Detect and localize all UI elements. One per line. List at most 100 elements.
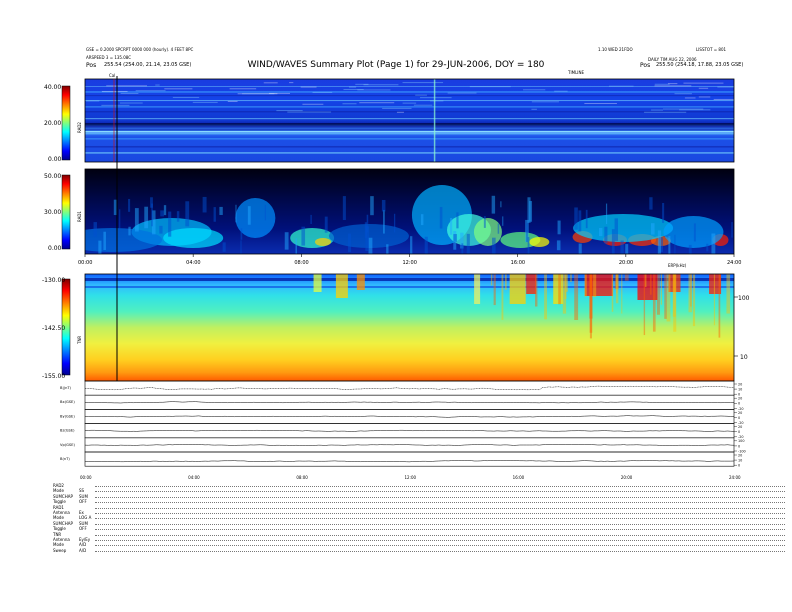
rad2-speck <box>363 84 399 86</box>
rad1-streak <box>163 205 167 216</box>
rad1-streak <box>368 237 373 254</box>
bottom-xtick-label: 04:00 <box>188 475 200 480</box>
tnr-streak <box>574 274 579 320</box>
rad2-speck <box>343 89 364 91</box>
rad1-streak <box>420 214 424 226</box>
rad2-speck <box>531 108 537 110</box>
rad1-streak <box>185 201 190 227</box>
rad1-streak <box>284 232 289 250</box>
rad2-ytick-bottom: 0.00 <box>48 156 62 163</box>
rad2-speck <box>679 109 711 111</box>
tnr-streak <box>493 274 496 306</box>
rad1-streak <box>295 238 297 254</box>
line-panel-trace <box>84 429 735 432</box>
rad1-streak <box>556 240 561 251</box>
tnr-streak <box>621 274 623 314</box>
tnr-dark-band <box>85 278 734 281</box>
rad1-streak <box>222 242 226 252</box>
rad2-speck <box>289 82 294 84</box>
tnr-right-tick-100: 100 <box>738 295 750 302</box>
rad1-emission-blob <box>314 238 331 246</box>
rad1-streak <box>176 211 180 222</box>
rad1-ytick-top: 50.00 <box>44 173 61 180</box>
rad2-speck <box>683 82 724 84</box>
rad1-streak <box>500 201 502 208</box>
rad2-speck <box>415 94 427 96</box>
tnr-streak <box>645 274 647 288</box>
rad2-ytick-mid: 20.00 <box>44 120 61 127</box>
tnr-burst <box>526 274 537 294</box>
line-panel-frame <box>84 451 735 467</box>
rad2-speck <box>382 107 412 109</box>
rad2-colorbar <box>61 85 71 161</box>
rad1-streak <box>310 214 312 225</box>
rad1-emission-blob <box>529 237 550 247</box>
rad1-streak <box>614 218 618 241</box>
tnr-streak <box>593 274 597 298</box>
rad2-streak <box>85 95 734 97</box>
bottom-xtick-label: 16:00 <box>513 475 525 480</box>
rad2-speck <box>469 86 511 88</box>
rad2-speck <box>684 97 696 99</box>
tnr-streak <box>643 274 646 336</box>
line-panel-trace <box>84 415 735 418</box>
footer-row: Sweep A/D <box>53 548 785 553</box>
rad2-speck <box>106 85 148 87</box>
footer-dotted-line <box>95 499 785 504</box>
rad2-speck <box>698 87 709 89</box>
rad1-streak <box>662 202 665 223</box>
line-panel-tick-label: 0 <box>738 444 740 448</box>
rad1-streak <box>492 237 496 254</box>
line-panel-tick-label: 10 <box>738 459 742 463</box>
rad1-streak <box>202 196 207 213</box>
footer-dotted-line <box>95 505 785 509</box>
rad2-speck <box>237 93 278 95</box>
rad2-speck <box>413 104 433 106</box>
footer-dotted-line <box>95 542 785 547</box>
tnr-streak <box>584 274 587 297</box>
line-panel-tick-label: 0 <box>738 402 740 406</box>
rad1-xtick-label: 12:00 <box>403 260 417 266</box>
rad2-speck <box>609 85 634 87</box>
rad1-streak <box>383 209 385 234</box>
tnr-ytick-top: -130.00 <box>42 277 65 284</box>
rad2-speck <box>276 110 303 112</box>
line-panel-label: B(nT) <box>60 457 70 461</box>
footer-dotted-line <box>95 510 785 515</box>
rad2-streak <box>85 152 734 154</box>
rad2-speck <box>312 91 333 93</box>
rad2-speck <box>584 103 617 105</box>
rad1-streak <box>706 243 709 252</box>
tnr-burst <box>356 274 365 290</box>
rad1-xtick-label: 04:00 <box>186 260 200 266</box>
rad2-streak <box>85 129 734 131</box>
rad2-speck <box>155 84 160 86</box>
tnr-streak <box>652 274 656 332</box>
rad1-streak <box>113 199 117 216</box>
rad2-streak <box>85 138 734 140</box>
footer-dotted-line <box>95 515 785 520</box>
rad1-streak <box>650 223 655 235</box>
footer-key: Sweep <box>53 547 67 553</box>
rad2-speck <box>654 85 692 87</box>
rad2-speck <box>164 88 193 90</box>
footer-dotted-line <box>95 532 785 536</box>
rad1-streak <box>144 206 149 229</box>
line-panel-tick-label: 100 <box>738 439 744 443</box>
rad2-speck <box>86 100 100 102</box>
tnr-streak <box>504 274 507 290</box>
rad1-streak <box>502 216 504 226</box>
tnr-streak <box>535 274 538 307</box>
rad1-streak <box>456 212 459 229</box>
rad1-xtick-label: 24:00 <box>727 260 741 266</box>
rad1-streak <box>235 204 237 223</box>
bottom-xtick-label: 00:00 <box>80 475 92 480</box>
tnr-streak <box>688 274 693 313</box>
rad2-speck <box>430 100 444 102</box>
tnr-streak <box>672 274 676 317</box>
rad1-streak <box>693 223 696 242</box>
rad2-streak <box>85 100 734 102</box>
rad2-speck <box>698 96 711 98</box>
rad2-streak <box>85 111 734 113</box>
rad1-streak <box>657 230 662 254</box>
